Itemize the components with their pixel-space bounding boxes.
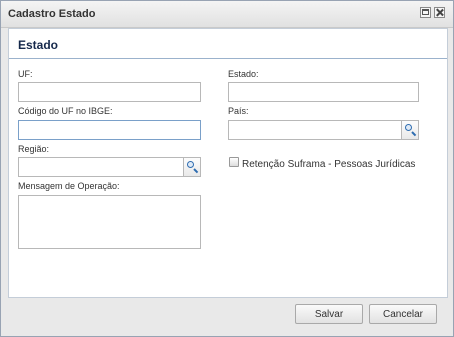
cadastro-estado-window: Cadastro Estado Estado UF: Código do UF … [0, 0, 454, 337]
cancel-button[interactable]: Cancelar [369, 304, 437, 324]
pais-input[interactable] [228, 120, 402, 140]
estado-panel: Estado UF: Código do UF no IBGE: Região:… [8, 28, 448, 298]
pais-lookup-button[interactable] [402, 120, 419, 140]
retencao-suframa-label: Retenção Suframa - Pessoas Jurídicas [242, 159, 416, 170]
estado-label: Estado: [228, 69, 259, 79]
mensagem-operacao-textarea[interactable] [18, 195, 201, 249]
codigo-ibge-label: Código do UF no IBGE: [18, 106, 113, 116]
regiao-label: Região: [18, 144, 50, 154]
mensagem-operacao-label: Mensagem de Operação: [18, 181, 120, 191]
estado-input[interactable] [228, 82, 419, 102]
window-title: Cadastro Estado [8, 8, 96, 20]
codigo-ibge-input[interactable] [18, 120, 201, 140]
window-titlebar[interactable]: Cadastro Estado [1, 1, 453, 28]
maximize-icon[interactable] [420, 7, 431, 18]
search-icon [187, 161, 194, 168]
retencao-suframa-checkbox[interactable] [229, 157, 239, 167]
uf-label: UF: [18, 69, 33, 79]
regiao-lookup-button[interactable] [184, 157, 201, 177]
regiao-input[interactable] [18, 157, 184, 177]
panel-title: Estado [18, 38, 59, 52]
uf-input[interactable] [18, 82, 201, 102]
search-icon [405, 124, 412, 131]
save-button[interactable]: Salvar [295, 304, 363, 324]
pais-label: País: [228, 106, 249, 116]
panel-header: Estado [9, 29, 447, 59]
close-icon[interactable] [434, 7, 445, 18]
